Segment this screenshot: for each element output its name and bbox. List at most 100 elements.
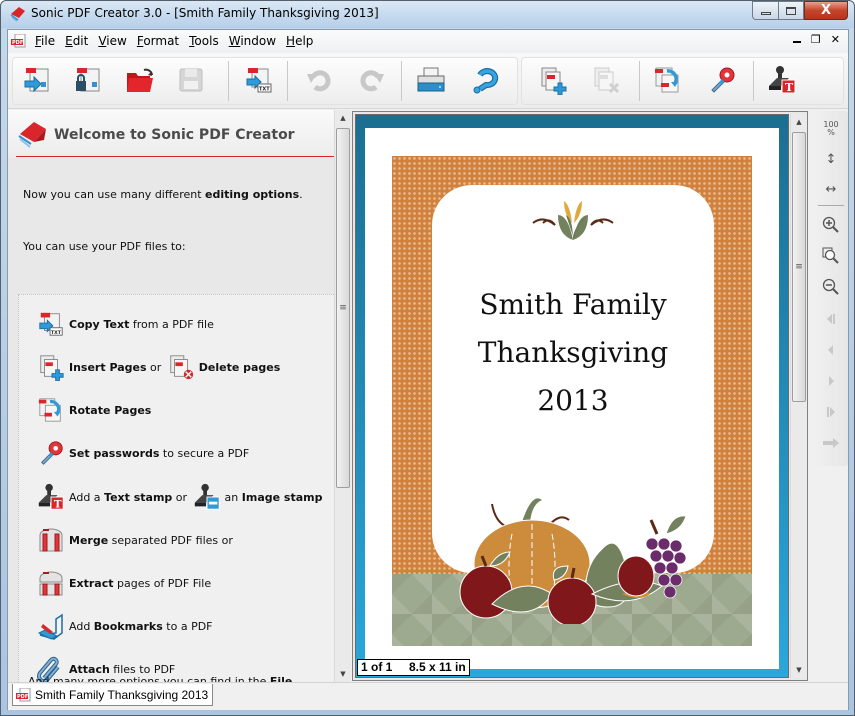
app-logo-icon [18,122,46,148]
go-to-page-button[interactable] [819,431,843,455]
insert-pages-label[interactable]: Insert Pages [69,361,147,374]
minimize-icon [760,12,771,15]
fit-height-button[interactable]: ↕ [819,147,843,171]
header-divider [16,156,334,157]
menu-file[interactable]: File [35,34,55,48]
welcome-header: Welcome to Sonic PDF Creator [8,110,334,158]
option-insert-delete-pages: Insert Pages or Delete pages [35,352,280,382]
set-password-button[interactable] [705,63,739,97]
image-stamp-label[interactable]: Image stamp [242,491,323,504]
undo-button[interactable] [302,63,336,97]
open-button[interactable] [123,63,157,97]
harvest-illustration [459,498,687,624]
menu-view[interactable]: View [98,34,126,48]
client-area: PDF File Edit View Format Tools Window H… [7,29,849,710]
zoom-out-button[interactable] [819,275,843,299]
welcome-panel: Welcome to Sonic PDF Creator Now you can… [8,110,351,682]
pdf-page: Smith Family Thanksgiving 2013 [365,128,779,669]
viewer-scrollbar[interactable]: ▲ ≡ ▼ [790,114,807,678]
scroll-down-arrow[interactable]: ▼ [791,662,807,678]
save-icon [179,68,203,92]
mdi-minimize-button[interactable] [792,41,801,43]
welcome-title: Welcome to Sonic PDF Creator [54,127,295,143]
first-page-icon [827,314,835,324]
bookmark-icon [37,613,63,640]
menu-edit[interactable]: Edit [65,34,88,48]
scroll-up-arrow[interactable]: ▲ [791,114,807,130]
menu-window[interactable]: Window [229,34,276,48]
insert-pages-link[interactable] [35,352,67,382]
next-page-button[interactable] [819,369,843,393]
option-rotate-pages[interactable]: Rotate Pages [35,395,151,425]
insert-pages-icon [40,355,64,381]
svg-text:PDF: PDF [17,694,28,700]
rotate-pages-button[interactable] [651,63,685,97]
help-button[interactable] [468,63,502,97]
zoom-in-icon [822,216,839,233]
minimize-button[interactable] [752,1,778,20]
delete-pages-link[interactable] [165,352,197,382]
page-artwork: Smith Family Thanksgiving 2013 [392,156,752,646]
welcome-scrollbar[interactable]: ▲ ≡ ▼ [334,110,351,682]
scroll-up-arrow[interactable]: ▲ [335,110,351,126]
document-tab[interactable]: PDF Smith Family Thanksgiving 2013 [12,684,214,706]
text-stamp-label[interactable]: Text stamp [104,491,172,504]
doc-title-line2: Thanksgiving [477,336,669,369]
app-window: Sonic PDF Creator 3.0 - [Smith Family Th… [0,0,855,716]
page-canvas[interactable]: Smith Family Thanksgiving 2013 1 of 1 8.… [355,114,789,678]
option-copy-text[interactable]: TXT Copy Text from a PDF file [35,309,214,339]
first-page-button[interactable] [819,307,843,331]
actual-size-button[interactable]: 100 % [819,117,843,141]
copy-text-icon: TXT [39,312,63,336]
zoom-area-icon [822,247,839,264]
option-extract[interactable]: Extract pages of PDF File [35,568,211,598]
mdi-restore-button[interactable]: ❐ [811,33,821,46]
stamp-icon: T [769,66,796,94]
insert-pages-button[interactable] [536,63,570,97]
toolbar-separator [401,61,402,101]
window-title: Sonic PDF Creator 3.0 - [Smith Family Th… [31,6,379,20]
image-stamp-link[interactable] [191,482,223,512]
text-stamp-button[interactable]: T [765,63,799,97]
document-tab-bar: PDF Smith Family Thanksgiving 2013 [8,682,848,710]
fit-width-icon: ↔ [825,181,837,197]
close-icon: X [820,3,832,18]
save-button[interactable] [174,63,208,97]
title-bar: Sonic PDF Creator 3.0 - [Smith Family Th… [1,1,854,28]
secure-convert-button[interactable] [71,63,105,97]
option-bookmarks[interactable]: Add Bookmarks to a PDF [35,611,213,641]
mdi-close-button[interactable]: ✕ [831,33,840,46]
convert-icon [24,68,49,93]
zoom-fit-button[interactable] [819,244,843,268]
svg-text:TXT: TXT [259,87,270,93]
menu-format[interactable]: Format [137,34,179,48]
print-button[interactable] [414,63,448,97]
maximize-button[interactable] [778,1,804,20]
printer-icon [417,67,445,92]
zoom-in-button[interactable] [819,213,843,237]
redo-button[interactable] [355,63,389,97]
scroll-down-arrow[interactable]: ▼ [335,666,351,682]
scroll-thumb[interactable]: ≡ [792,132,806,402]
doc-title-line1: Smith Family [479,288,667,321]
previous-page-button[interactable] [819,338,843,362]
text-stamp-link[interactable]: T [35,482,67,512]
fit-height-icon: ↕ [825,151,837,167]
delete-pages-label[interactable]: Delete pages [199,361,281,374]
scroll-thumb[interactable]: ≡ [336,128,350,488]
document-tab-label: Smith Family Thanksgiving 2013 [35,687,209,702]
fit-width-button[interactable]: ↔ [819,177,843,201]
menu-help[interactable]: Help [286,34,313,48]
close-button[interactable]: X [804,1,848,20]
insert-pages-icon [541,67,567,95]
zoom-out-icon [822,278,839,295]
delete-pages-icon [170,355,193,380]
convert-button[interactable] [20,63,54,97]
option-merge[interactable]: Merge separated PDF files or [35,525,233,555]
menu-bar: PDF File Edit View Format Tools Window H… [8,30,848,52]
delete-pages-button[interactable] [589,63,623,97]
last-page-button[interactable] [819,400,843,424]
menu-tools[interactable]: Tools [189,34,219,48]
copy-text-button[interactable]: TXT [242,63,276,97]
option-set-passwords[interactable]: Set passwords to secure a PDF [35,438,249,468]
